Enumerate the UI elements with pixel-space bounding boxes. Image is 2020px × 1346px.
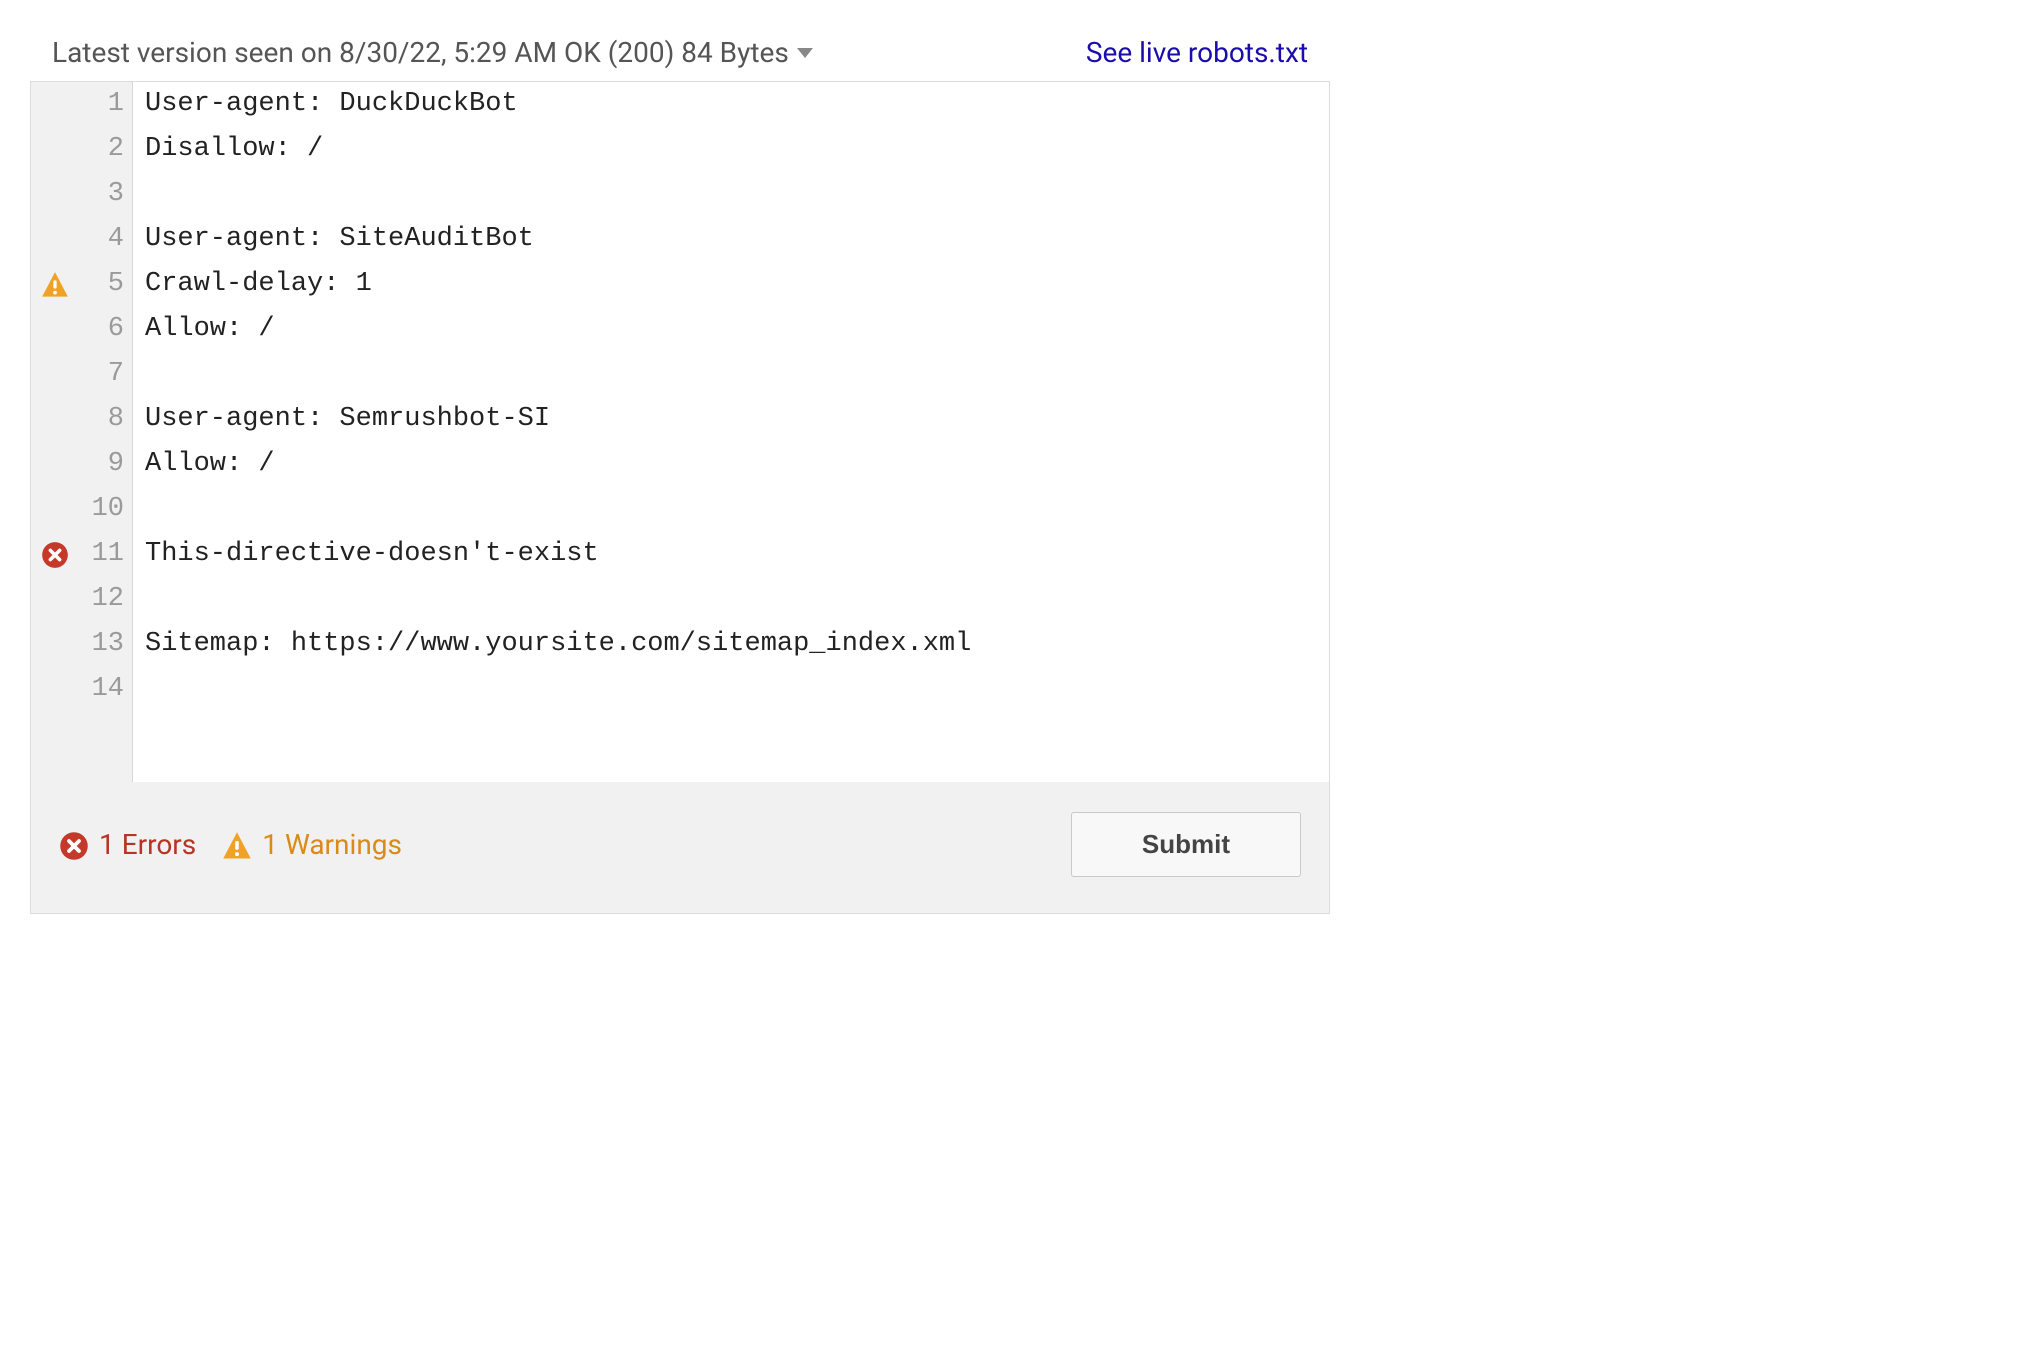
gutter-cell	[31, 127, 79, 172]
line-number: 13	[79, 622, 124, 667]
robots-tester-panel: Latest version seen on 8/30/22, 5:29 AM …	[30, 30, 1330, 914]
issues-summary: 1 Errors 1 Warnings	[59, 828, 402, 862]
code-line[interactable]	[145, 352, 1329, 397]
code-line[interactable]	[145, 487, 1329, 532]
line-number: 9	[79, 442, 124, 487]
code-line[interactable]	[145, 172, 1329, 217]
errors-count-label: 1 Errors	[99, 828, 196, 861]
gutter-cell	[31, 307, 79, 352]
gutter-cell	[31, 172, 79, 217]
gutter-cell	[31, 397, 79, 442]
line-number: 12	[79, 577, 124, 622]
error-marker[interactable]	[31, 532, 79, 577]
error-icon	[59, 828, 89, 862]
line-number: 4	[79, 217, 124, 262]
editor-frame: 1234567891011121314 User-agent: DuckDuck…	[30, 81, 1330, 914]
line-number: 11	[79, 532, 124, 577]
line-number: 14	[79, 667, 124, 712]
code-line[interactable]: User-agent: DuckDuckBot	[145, 82, 1329, 127]
code-line[interactable]: Disallow: /	[145, 127, 1329, 172]
code-line[interactable]: Crawl-delay: 1	[145, 262, 1329, 307]
gutter-cell	[31, 667, 79, 712]
gutter-cell	[31, 352, 79, 397]
line-number-gutter: 1234567891011121314	[79, 82, 133, 782]
line-number: 1	[79, 82, 124, 127]
gutter-cell	[31, 487, 79, 532]
code-content[interactable]: User-agent: DuckDuckBotDisallow: / User-a…	[133, 82, 1329, 782]
line-number: 10	[79, 487, 124, 532]
gutter-cell	[31, 442, 79, 487]
footer-bar: 1 Errors 1 Warnings Submit	[31, 782, 1329, 913]
line-number: 8	[79, 397, 124, 442]
caret-down-icon	[797, 48, 813, 58]
line-number: 5	[79, 262, 124, 307]
line-number: 3	[79, 172, 124, 217]
line-number: 7	[79, 352, 124, 397]
gutter-cell	[31, 622, 79, 667]
line-number: 6	[79, 307, 124, 352]
code-line[interactable]: User-agent: Semrushbot-SI	[145, 397, 1329, 442]
code-line[interactable]: User-agent: SiteAuditBot	[145, 217, 1329, 262]
gutter-cell	[31, 217, 79, 262]
warning-icon	[222, 828, 252, 862]
gutter-cell	[31, 82, 79, 127]
code-line[interactable]	[145, 667, 1329, 712]
version-dropdown[interactable]: Latest version seen on 8/30/22, 5:29 AM …	[52, 36, 813, 69]
code-line[interactable]: This-directive-doesn't-exist	[145, 532, 1329, 577]
line-number: 2	[79, 127, 124, 172]
code-line[interactable]	[145, 577, 1329, 622]
gutter-cell	[31, 577, 79, 622]
header-row: Latest version seen on 8/30/22, 5:29 AM …	[30, 30, 1330, 81]
warning-marker[interactable]	[31, 262, 79, 307]
version-label: Latest version seen on 8/30/22, 5:29 AM …	[52, 36, 789, 69]
code-area: 1234567891011121314 User-agent: DuckDuck…	[31, 82, 1329, 782]
see-live-robots-link[interactable]: See live robots.txt	[1086, 36, 1308, 69]
code-line[interactable]: Allow: /	[145, 307, 1329, 352]
submit-button[interactable]: Submit	[1071, 812, 1301, 877]
warnings-count-label: 1 Warnings	[262, 828, 402, 861]
code-line[interactable]: Sitemap: https://www.yoursite.com/sitema…	[145, 622, 1329, 667]
code-line[interactable]: Allow: /	[145, 442, 1329, 487]
marker-gutter	[31, 82, 79, 782]
